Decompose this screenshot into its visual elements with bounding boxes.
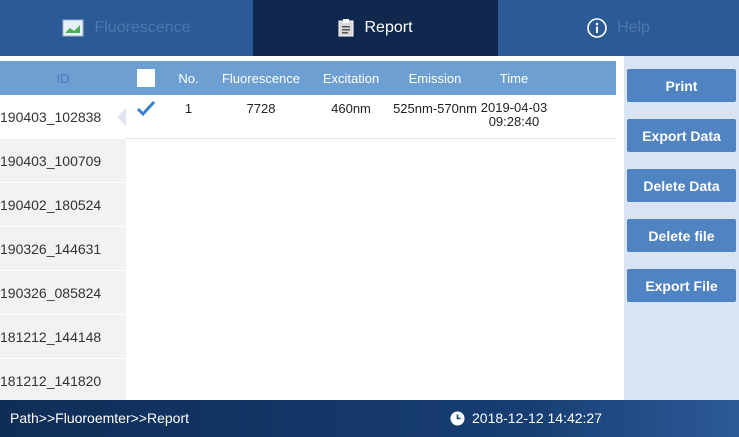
print-button[interactable]: Print bbox=[627, 69, 736, 102]
export-file-button[interactable]: Export File bbox=[627, 269, 736, 302]
action-button-panel: Print Export Data Delete Data Delete fil… bbox=[624, 56, 739, 400]
column-header-emission: Emission bbox=[408, 70, 462, 86]
info-icon bbox=[587, 18, 607, 38]
id-list-item[interactable]: 190326_144631 bbox=[0, 227, 126, 271]
tab-fluorescence-label: Fluorescence bbox=[94, 19, 191, 36]
cell-fluorescence: 7728 bbox=[246, 101, 276, 116]
cell-time: 2019-04-03 09:28:40 bbox=[479, 101, 549, 129]
tab-help[interactable]: Help bbox=[498, 0, 739, 56]
tab-report[interactable]: Report bbox=[253, 0, 498, 56]
column-header-time: Time bbox=[499, 70, 529, 86]
cell-time-date: 2019-04-03 bbox=[480, 100, 548, 115]
row-checkbox-cell bbox=[126, 100, 166, 120]
cell-excitation: 460nm bbox=[331, 101, 371, 116]
report-table: No. Fluorescence Excitation Emission Tim… bbox=[126, 61, 616, 400]
id-list-item[interactable]: 190326_085824 bbox=[0, 271, 126, 315]
id-list: ID 190403_102838 190403_100709 190402_18… bbox=[0, 61, 127, 403]
status-bar: Path>>Fluoroemter>>Report 2018-12-12 14:… bbox=[0, 400, 739, 437]
export-data-button[interactable]: Export Data bbox=[627, 119, 736, 152]
row-checkbox-checked[interactable] bbox=[136, 100, 156, 120]
top-tab-bar: Fluorescence Report Help bbox=[0, 0, 739, 56]
select-all-checkbox-cell bbox=[126, 69, 166, 87]
delete-data-button[interactable]: Delete Data bbox=[627, 169, 736, 202]
id-list-item[interactable]: 190402_180524 bbox=[0, 183, 126, 227]
table-row[interactable]: 1 7728 460nm 525nm-570nm 2019-04-03 09:2… bbox=[126, 95, 616, 139]
status-clock: 2018-12-12 14:42:27 bbox=[450, 410, 602, 426]
tab-help-label: Help bbox=[617, 19, 650, 36]
cell-emission: 525nm-570nm bbox=[393, 101, 477, 116]
table-header: No. Fluorescence Excitation Emission Tim… bbox=[126, 61, 616, 95]
status-datetime: 2018-12-12 14:42:27 bbox=[472, 410, 602, 426]
column-header-no: No. bbox=[178, 70, 199, 86]
id-list-item[interactable]: 190403_100709 bbox=[0, 139, 126, 183]
clock-icon bbox=[450, 411, 465, 426]
chart-image-icon bbox=[62, 19, 84, 37]
delete-file-button[interactable]: Delete file bbox=[627, 219, 736, 252]
column-header-fluorescence: Fluorescence bbox=[221, 70, 301, 86]
id-list-item[interactable]: 190403_102838 bbox=[0, 95, 127, 139]
clipboard-icon bbox=[338, 19, 354, 37]
tab-report-label: Report bbox=[364, 19, 413, 36]
select-all-checkbox[interactable] bbox=[137, 69, 155, 87]
id-column-header: ID bbox=[0, 61, 126, 95]
cell-no: 1 bbox=[184, 101, 193, 116]
id-list-item[interactable]: 181212_144148 bbox=[0, 315, 126, 359]
breadcrumb-path: Path>>Fluoroemter>>Report bbox=[10, 410, 189, 426]
tab-fluorescence[interactable]: Fluorescence bbox=[0, 0, 253, 56]
cell-time-clock: 09:28:40 bbox=[488, 114, 540, 129]
id-list-item[interactable]: 181212_141820 bbox=[0, 359, 126, 403]
column-header-excitation: Excitation bbox=[322, 70, 380, 86]
